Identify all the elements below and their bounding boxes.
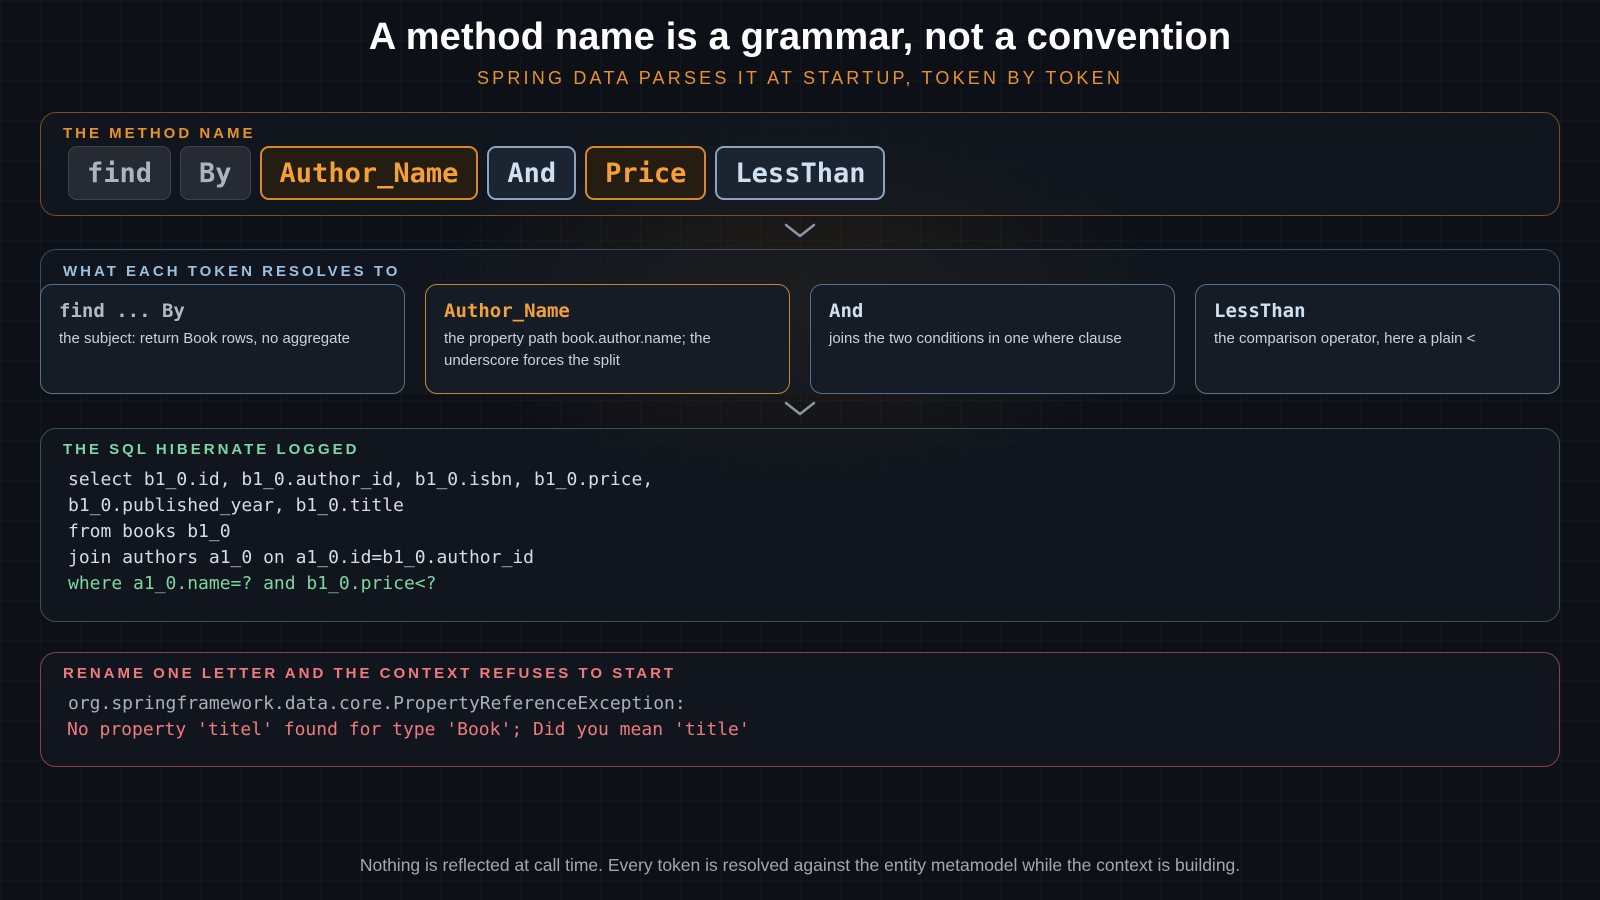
sql-panel: THE SQL HIBERNATE LOGGED select b1_0.id,… [40,428,1560,622]
method-name-label: THE METHOD NAME [63,125,256,142]
sql-line: join authors a1_0 on a1_0.id=b1_0.author… [68,547,534,568]
footer-note: Nothing is reflected at call time. Every… [359,855,1241,875]
page-subtitle: SPRING DATA PARSES IT AT STARTUP, TOKEN … [476,68,1124,88]
exception-class: org.springframework.data.core.PropertyRe… [68,693,686,714]
card-title: find ... By [59,300,185,322]
error-label: RENAME ONE LETTER AND THE CONTEXT REFUSE… [63,665,677,682]
page-title: A method name is a grammar, not a conven… [368,16,1232,58]
card-description: the property path book.author.name; the … [444,330,711,369]
error-panel: RENAME ONE LETTER AND THE CONTEXT REFUSE… [40,652,1560,767]
method-name-panel: THE METHOD NAME find By Author_Name And … [40,112,1560,216]
token-by: By [180,146,251,200]
token-price: Price [585,146,707,200]
token-find: find [68,146,172,200]
resolve-card-and: And joins the two conditions in one wher… [810,284,1175,394]
resolve-card-find-by: find ... By the subject: return Book row… [40,284,405,394]
sql-code: select b1_0.id, b1_0.author_id, b1_0.isb… [68,467,653,597]
sql-line: select b1_0.id, b1_0.author_id, b1_0.isb… [68,469,654,490]
token-less-than: LessThan [715,146,886,200]
sql-where-line: where a1_0.name=? and b1_0.price<? [68,573,437,594]
token-author-name: Author_Name [259,146,479,200]
card-title: And [829,300,864,322]
chevron-down-icon [784,223,816,238]
chevron-down-icon [784,401,816,416]
card-title: LessThan [1214,300,1306,322]
sql-label: THE SQL HIBERNATE LOGGED [63,441,360,458]
card-description: the comparison operator, here a plain < [1214,330,1476,347]
resolve-card-author-name: Author_Name the property path book.autho… [425,284,790,394]
token-row: find By Author_Name And Price LessThan [68,146,886,200]
token-resolution-label: WHAT EACH TOKEN RESOLVES TO [63,263,401,280]
sql-line: b1_0.published_year, b1_0.title [68,495,404,516]
resolve-card-less-than: LessThan the comparison operator, here a… [1195,284,1560,394]
card-description: joins the two conditions in one where cl… [829,330,1122,347]
exception-message: No property 'titel' found for type 'Book… [67,719,750,740]
sql-line: from books b1_0 [68,521,231,542]
token-and: And [487,146,577,200]
card-title: Author_Name [444,300,570,322]
card-description: the subject: return Book rows, no aggreg… [59,330,351,347]
